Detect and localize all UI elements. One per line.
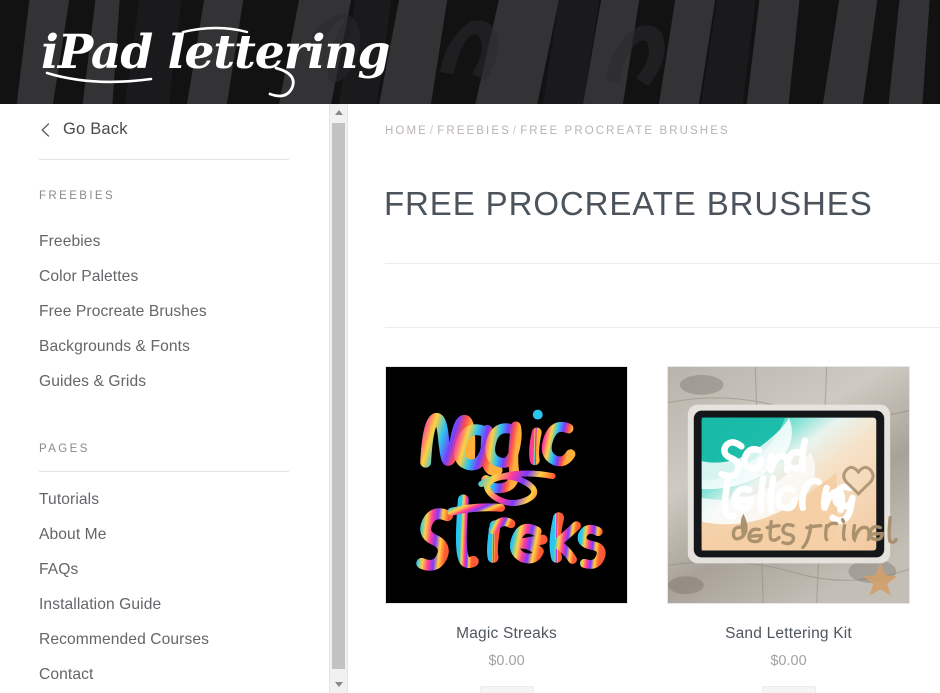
sidebar-section-title-pages: PAGES bbox=[39, 443, 90, 455]
scrollbar-down-button[interactable] bbox=[330, 676, 347, 693]
sidebar-item-free-procreate-brushes[interactable]: Free Procreate Brushes bbox=[39, 303, 289, 321]
scroll-up-arrow-icon bbox=[334, 110, 343, 115]
site-logo[interactable]: iPad lettering iPad Lettering bbox=[30, 6, 390, 98]
product-image-magic-streaks[interactable] bbox=[385, 366, 628, 604]
sidebar-divider-top bbox=[39, 159, 289, 160]
sidebar-scrollbar[interactable] bbox=[329, 104, 347, 693]
sidebar-item-contact[interactable]: Contact bbox=[39, 666, 289, 684]
product-title[interactable]: Magic Streaks bbox=[385, 625, 628, 643]
breadcrumb: HOME / FREEBIES / FREE PROCREATE BRUSHES bbox=[385, 125, 730, 137]
product-card: Magic Streaks $0.00 bbox=[385, 366, 628, 693]
sidebar-item-faqs[interactable]: FAQs bbox=[39, 561, 289, 579]
sidebar-item-recommended-courses[interactable]: Recommended Courses bbox=[39, 631, 289, 649]
page-title: FREE PROCREATE BRUSHES bbox=[384, 185, 873, 222]
breadcrumb-item-home[interactable]: HOME bbox=[385, 125, 428, 137]
sidebar-section-title-freebies: FREEBIES bbox=[39, 190, 116, 202]
sidebar-divider-pages bbox=[39, 471, 289, 472]
content-divider-top bbox=[385, 263, 940, 264]
sidebar-item-guides-grids[interactable]: Guides & Grids bbox=[39, 373, 289, 391]
main-content: HOME / FREEBIES / FREE PROCREATE BRUSHES FRE… bbox=[348, 104, 940, 693]
site-header: iPad lettering iPad Lettering bbox=[0, 0, 940, 104]
sidebar-item-color-palettes[interactable]: Color Palettes bbox=[39, 268, 289, 286]
site-logo-text: iPad lettering bbox=[41, 25, 389, 80]
product-action-button[interactable] bbox=[479, 686, 534, 693]
product-grid: Magic Streaks $0.00 Sand Lettering Kit $… bbox=[385, 366, 940, 693]
scroll-down-arrow-icon bbox=[334, 682, 343, 687]
product-title[interactable]: Sand Lettering Kit bbox=[667, 625, 910, 643]
breadcrumb-separator-1: / bbox=[429, 125, 436, 137]
go-back-button[interactable]: Go Back bbox=[39, 120, 189, 139]
product-price: $0.00 bbox=[770, 653, 807, 669]
page-root: iPad lettering iPad Lettering Go Back FR… bbox=[0, 0, 940, 693]
breadcrumb-separator-2: / bbox=[512, 125, 519, 137]
sidebar-item-backgrounds-fonts[interactable]: Backgrounds & Fonts bbox=[39, 338, 289, 356]
chevron-left-icon bbox=[39, 122, 52, 138]
content-divider-bottom bbox=[385, 327, 940, 328]
sidebar-nav: Go Back FREEBIES Freebies Color Palettes… bbox=[0, 104, 329, 693]
breadcrumb-item-current: FREE PROCREATE BRUSHES bbox=[520, 125, 730, 137]
breadcrumb-item-freebies[interactable]: FREEBIES bbox=[437, 125, 511, 137]
sidebar-item-tutorials[interactable]: Tutorials bbox=[39, 491, 289, 509]
product-card: Sand Lettering Kit $0.00 bbox=[667, 366, 910, 693]
go-back-label: Go Back bbox=[63, 120, 128, 138]
scrollbar-up-button[interactable] bbox=[330, 104, 347, 121]
sidebar-item-installation-guide[interactable]: Installation Guide bbox=[39, 596, 289, 614]
sidebar-item-freebies[interactable]: Freebies bbox=[39, 233, 289, 251]
scrollbar-thumb[interactable] bbox=[332, 123, 345, 669]
product-action-button[interactable] bbox=[761, 686, 816, 693]
product-price: $0.00 bbox=[488, 653, 525, 669]
sidebar-item-about-me[interactable]: About Me bbox=[39, 526, 289, 544]
sidebar-scroll-content: Go Back FREEBIES Freebies Color Palettes… bbox=[0, 104, 329, 684]
product-image-sand-lettering-kit[interactable] bbox=[667, 366, 910, 604]
